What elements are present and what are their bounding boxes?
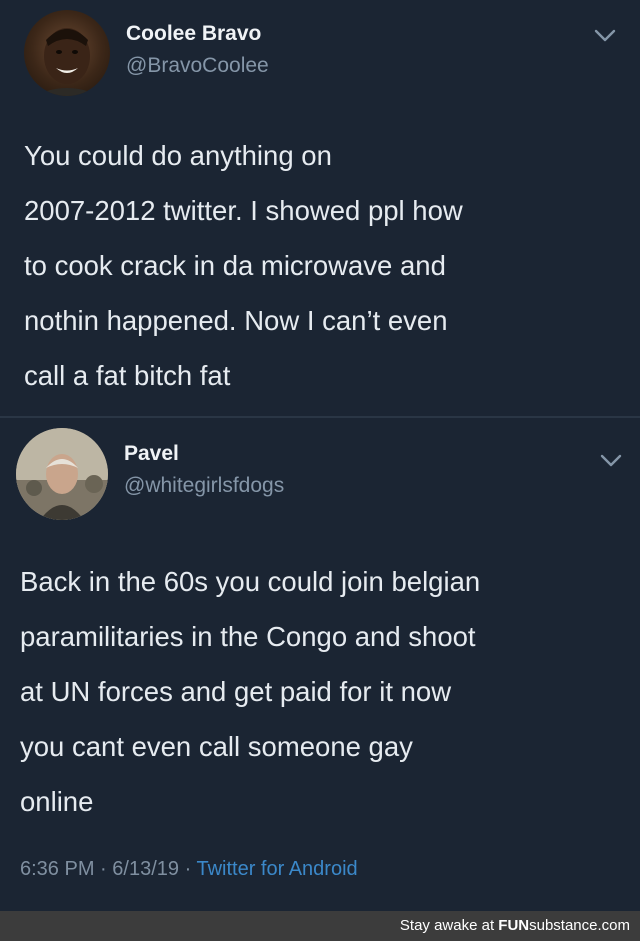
tweet-text: Back in the 60s you could join belgian p…: [20, 554, 480, 829]
profile-photo-icon: [16, 428, 108, 520]
tweet-text: You could do anything on 2007-2012 twitt…: [24, 128, 463, 403]
meta-separator: ·: [100, 858, 107, 880]
meta-separator: ·: [184, 858, 192, 880]
watermark-prefix: Stay awake at: [399, 917, 499, 934]
tweet-text-line: Back in the 60s you could join belgian: [20, 566, 481, 597]
tweet-date: 6/13/19: [112, 858, 180, 880]
watermark-bar: Stay awake at FUNsubstance.com: [0, 911, 640, 941]
tweet-text-line: call a fat bitch fat: [24, 360, 231, 391]
profile-photo-icon: [34, 28, 100, 96]
tweet-text-line: to cook crack in da microwave and: [24, 250, 446, 281]
tweet-text-line: paramilitaries in the Congo and shoot: [20, 621, 476, 652]
display-name[interactable]: Pavel: [124, 442, 179, 466]
tweet-text-line: at UN forces and get paid for it now: [20, 676, 452, 707]
avatar[interactable]: [16, 428, 108, 520]
watermark-brand-bold: FUN: [498, 917, 530, 934]
watermark-text: Stay awake at FUNsubstance.com: [400, 917, 630, 934]
avatar[interactable]: [24, 10, 110, 96]
tweet-meta: 6:36 PM · 6/13/19 · Twitter for Android: [20, 858, 358, 881]
chevron-down-icon[interactable]: [600, 454, 622, 468]
display-name[interactable]: Coolee Bravo: [126, 22, 261, 46]
tweet-text-line: 2007-2012 twitter. I showed ppl how: [24, 195, 463, 226]
user-handle[interactable]: @BravoCoolee: [126, 54, 269, 78]
tweet-text-line: online: [20, 786, 94, 817]
tweet-time: 6:36 PM: [20, 858, 95, 880]
user-handle[interactable]: @whitegirlsfdogs: [124, 474, 284, 498]
tweet-source-link[interactable]: Twitter for Android: [196, 858, 357, 880]
tweet-text-line: you cant even call someone gay: [20, 731, 413, 762]
tweet-card[interactable]: Pavel @whitegirlsfdogs Back in the 60s y…: [0, 418, 640, 911]
watermark-brand-rest: substance.com: [529, 917, 630, 934]
tweet-text-line: nothin happened. Now I can’t even: [24, 305, 448, 336]
tweet-card[interactable]: Coolee Bravo @BravoCoolee You could do a…: [0, 0, 640, 416]
tweet-text-line: You could do anything on: [24, 140, 332, 171]
chevron-down-icon[interactable]: [594, 29, 616, 43]
